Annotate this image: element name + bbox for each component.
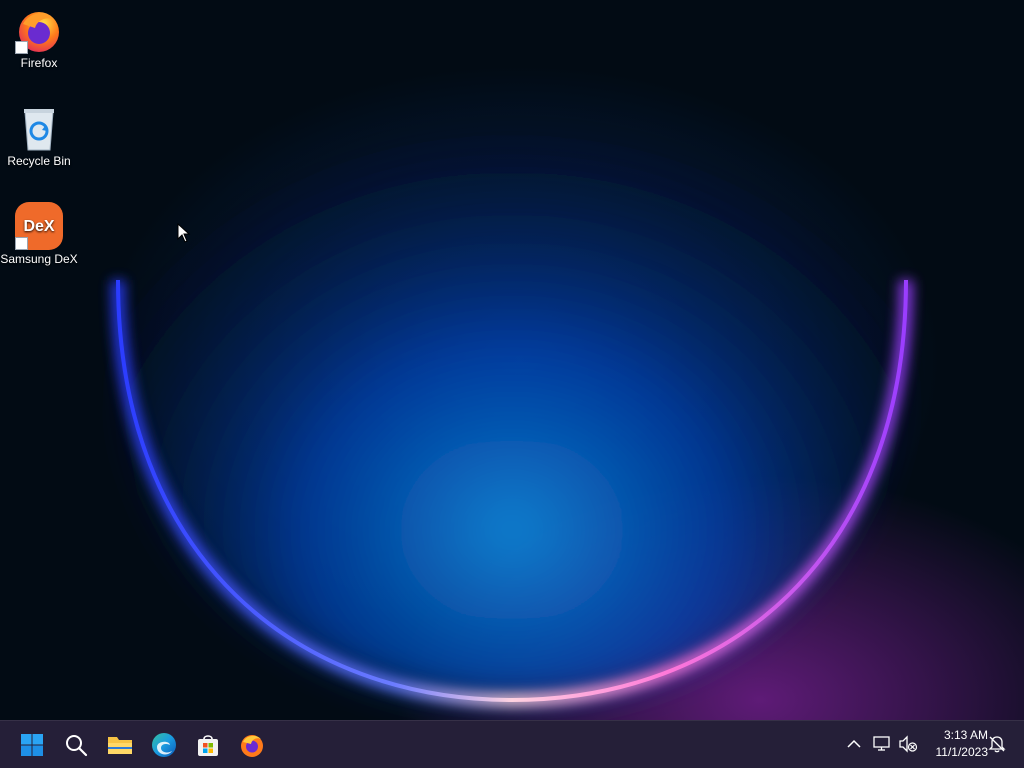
edge-button[interactable] — [144, 725, 184, 765]
show-hidden-icons-button[interactable] — [843, 733, 865, 755]
desktop-icon-firefox[interactable]: Firefox — [0, 2, 78, 70]
volume-muted-icon — [899, 735, 918, 753]
clock-time: 3:13 AM — [943, 728, 988, 742]
edge-icon — [152, 733, 176, 757]
notification-button[interactable] — [986, 733, 1008, 755]
firefox-icon — [241, 735, 263, 757]
desktop[interactable]: Firefox Recycle Bin DeX Samsung DeX — [0, 0, 1024, 720]
firefox-icon — [15, 6, 63, 54]
mouse-cursor-icon — [177, 223, 191, 243]
desktop-icon-recycle-bin[interactable]: Recycle Bin — [0, 100, 78, 168]
shortcut-arrow-icon — [15, 237, 28, 250]
desktop-icon-samsung-dex[interactable]: DeX Samsung DeX — [0, 198, 78, 266]
firefox-taskbar-button[interactable] — [232, 725, 272, 765]
search-icon — [66, 735, 88, 757]
search-button[interactable] — [56, 725, 96, 765]
chevron-up-icon — [847, 739, 861, 748]
taskbar: 3:13 AM 11/1/2023 — [0, 720, 1024, 768]
notification-icon — [988, 736, 1006, 753]
recycle-bin-icon — [15, 104, 63, 152]
clock-date: 11/1/2023 — [935, 745, 989, 759]
clock-button[interactable]: 3:13 AM 11/1/2023 — [922, 727, 989, 761]
desktop-icon-label: Samsung DeX — [0, 252, 78, 266]
start-button[interactable] — [12, 725, 52, 765]
volume-button[interactable] — [897, 733, 919, 755]
file-explorer-button[interactable] — [100, 725, 140, 765]
network-button[interactable] — [871, 733, 893, 755]
samsung-dex-icon: DeX — [15, 202, 63, 250]
shortcut-arrow-icon — [15, 41, 28, 54]
network-icon — [873, 736, 890, 751]
dex-badge-text: DeX — [23, 218, 54, 235]
wallpaper — [111, 20, 913, 708]
file-explorer-icon — [108, 737, 132, 754]
desktop-icon-label: Firefox — [20, 56, 58, 70]
desktop-icon-label: Recycle Bin — [7, 154, 71, 168]
microsoft-store-button[interactable] — [188, 725, 228, 765]
start-icon — [21, 734, 43, 756]
microsoft-store-icon — [198, 735, 218, 756]
